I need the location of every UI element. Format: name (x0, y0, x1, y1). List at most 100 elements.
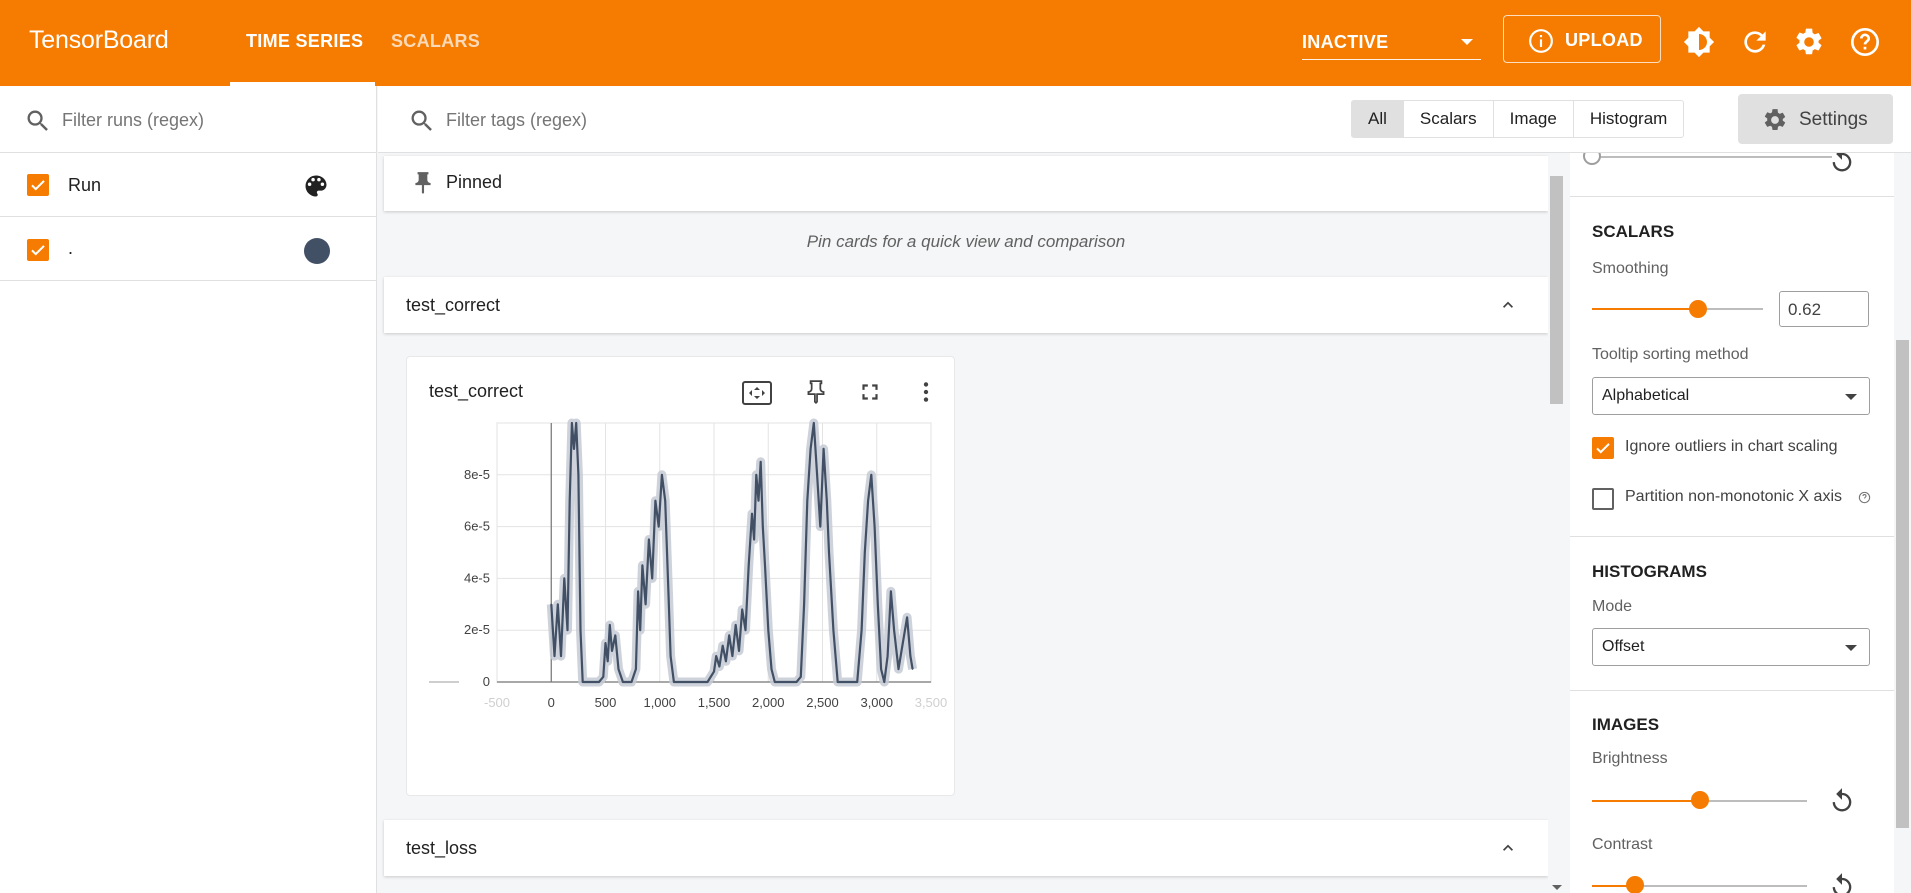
data-point (856, 681, 859, 683)
help-icon[interactable] (1858, 491, 1871, 504)
tab-scalars[interactable]: SCALARS (391, 31, 480, 52)
data-point (734, 624, 737, 626)
data-point (617, 668, 620, 670)
reset-icon[interactable] (1828, 872, 1856, 893)
palette-icon[interactable] (302, 172, 330, 200)
data-point (556, 603, 559, 606)
reload-icon[interactable] (1739, 26, 1771, 58)
filter-scalars-button[interactable]: Scalars (1404, 101, 1494, 137)
data-point (644, 603, 647, 606)
data-point (635, 668, 637, 670)
filter-histogram-button[interactable]: Histogram (1574, 101, 1683, 137)
chevron-down-icon (1845, 645, 1857, 651)
data-point (641, 564, 644, 567)
line-chart[interactable]: 0 2e-5 4e-5 6e-5 8e-5 0 500 1,000 1,500 2,000 2,50… (407, 357, 956, 797)
data-point (602, 676, 605, 678)
settings-toggle-button[interactable]: Settings (1738, 94, 1893, 144)
data-point (751, 512, 753, 515)
data-point (713, 670, 715, 673)
run-checkbox[interactable] (27, 239, 49, 261)
data-point (747, 564, 750, 567)
data-point (809, 448, 812, 450)
data-point (819, 525, 822, 528)
smoothing-value: 0.62 (1788, 300, 1822, 319)
data-point (880, 668, 882, 670)
slider-track[interactable] (1592, 156, 1832, 158)
run-row: Run (0, 154, 377, 217)
group-header-test-loss[interactable]: test_loss (384, 820, 1548, 876)
chevron-up-icon[interactable] (1498, 295, 1518, 315)
data-point (577, 474, 580, 476)
scroll-down-arrow-icon[interactable] (1551, 884, 1563, 892)
data-point (767, 629, 770, 631)
data-point (791, 681, 793, 683)
x-tick-label: 2,000 (752, 695, 785, 710)
help-icon[interactable] (1849, 26, 1881, 58)
tab-time-series[interactable]: TIME SERIES (246, 31, 363, 52)
smoothing-slider-thumb[interactable] (1689, 300, 1707, 318)
data-point (778, 681, 780, 683)
data-point (669, 655, 672, 657)
data-point (622, 681, 624, 683)
data-point (630, 681, 633, 683)
smoothing-input[interactable]: 0.62 (1779, 291, 1869, 327)
settings-label: Settings (1799, 109, 1868, 130)
pinned-section-header: Pinned (384, 156, 1548, 211)
reset-icon[interactable] (1828, 787, 1856, 815)
main-scrollbar-thumb[interactable] (1550, 176, 1563, 404)
data-point (604, 642, 607, 644)
x-tick-label-faded: 3,500 (915, 695, 948, 710)
data-point (911, 668, 914, 670)
tooltip-sort-select[interactable]: Alphabetical (1592, 377, 1870, 415)
data-point (680, 681, 683, 683)
tooltip-sort-value: Alphabetical (1602, 387, 1690, 404)
run-status-select[interactable]: INACTIVE (1302, 25, 1481, 60)
slider-thumb[interactable] (1583, 153, 1601, 165)
tag-filter-input[interactable]: Filter tags (regex) (446, 110, 587, 131)
data-point (867, 499, 869, 502)
data-point (725, 660, 727, 663)
run-status-value: INACTIVE (1302, 32, 1389, 52)
data-point (571, 422, 573, 424)
run-checkbox[interactable] (27, 174, 49, 196)
data-point (770, 668, 773, 670)
run-color-swatch[interactable] (304, 238, 330, 264)
settings-scrollbar-thumb[interactable] (1896, 340, 1909, 828)
data-point (877, 603, 879, 606)
upload-button[interactable]: UPLOAD (1503, 15, 1661, 63)
data-point (728, 634, 730, 637)
ignore-outliers-label: Ignore outliers in chart scaling (1625, 438, 1838, 455)
chevron-up-icon[interactable] (1498, 838, 1518, 858)
upload-label: UPLOAD (1565, 30, 1643, 50)
pin-icon (415, 172, 431, 194)
data-point (909, 655, 912, 657)
data-point (759, 461, 762, 463)
tooltip-sort-label: Tooltip sorting method (1592, 346, 1749, 363)
data-point (883, 681, 886, 683)
reset-icon[interactable] (1828, 153, 1856, 175)
histogram-mode-select[interactable]: Offset (1592, 628, 1870, 666)
filter-image-button[interactable]: Image (1494, 101, 1574, 137)
settings-icon[interactable] (1793, 26, 1825, 58)
contrast-slider-thumb[interactable] (1626, 876, 1644, 893)
theme-icon[interactable] (1683, 26, 1715, 58)
data-point (755, 474, 758, 476)
data-point (667, 590, 670, 593)
brightness-label: Brightness (1592, 750, 1668, 767)
y-tick-label: 8e-5 (464, 467, 490, 482)
data-point (693, 681, 696, 683)
info-icon (1529, 29, 1553, 53)
filter-all-button[interactable]: All (1352, 101, 1404, 137)
data-point (589, 681, 592, 683)
partition-x-axis-checkbox[interactable] (1592, 488, 1614, 510)
runs-filter[interactable]: Filter runs (regex) (0, 86, 377, 153)
data-point (744, 629, 747, 631)
data-point (784, 681, 787, 683)
data-point (845, 681, 848, 683)
x-tick-label-faded: -500 (484, 695, 510, 710)
data-point (890, 590, 892, 593)
group-header-test-correct[interactable]: test_correct (384, 277, 1548, 333)
data-point (687, 681, 689, 683)
brightness-slider-thumb[interactable] (1691, 791, 1709, 809)
ignore-outliers-checkbox[interactable] (1592, 437, 1614, 459)
